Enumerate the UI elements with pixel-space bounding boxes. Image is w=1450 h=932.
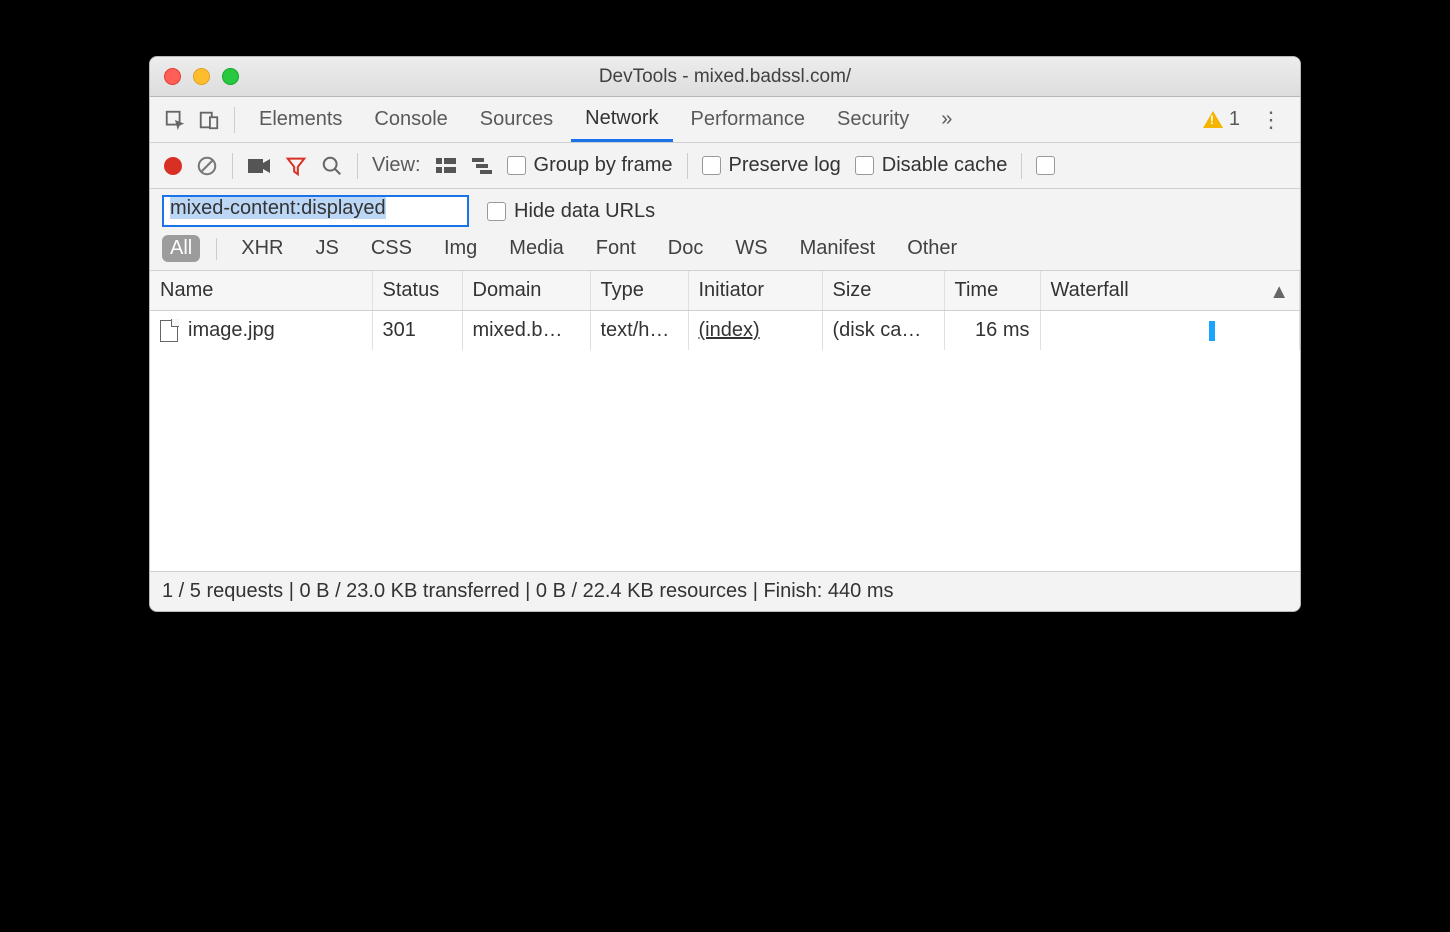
view-label: View: xyxy=(372,154,421,177)
checkbox-icon xyxy=(855,156,874,175)
window-title: DevTools - mixed.badssl.com/ xyxy=(150,66,1300,88)
tab-console[interactable]: Console xyxy=(360,97,461,142)
device-toolbar-icon[interactable] xyxy=(194,105,224,135)
col-waterfall[interactable]: Waterfall▲ xyxy=(1040,271,1300,311)
col-status[interactable]: Status xyxy=(372,271,462,311)
filter-row: mixed-content:displayed Hide data URLs xyxy=(150,189,1300,231)
cell-domain: mixed.b… xyxy=(462,311,590,351)
checkbox-icon xyxy=(702,156,721,175)
warning-count: 1 xyxy=(1229,108,1240,131)
type-filter-manifest[interactable]: Manifest xyxy=(792,235,884,262)
separator xyxy=(357,153,358,179)
filter-input-value: mixed-content:displayed xyxy=(170,197,386,219)
search-icon[interactable] xyxy=(321,155,343,177)
more-menu-icon[interactable]: ⋮ xyxy=(1252,107,1290,133)
tab-sources[interactable]: Sources xyxy=(466,97,567,142)
filter-input[interactable]: mixed-content:displayed xyxy=(162,195,469,227)
hide-data-urls-checkbox[interactable]: Hide data URLs xyxy=(487,200,655,223)
type-filter-row: All XHR JS CSS Img Media Font Doc WS Man… xyxy=(150,231,1300,271)
group-by-frame-checkbox[interactable]: Group by frame xyxy=(507,154,673,177)
cell-waterfall xyxy=(1040,311,1300,351)
type-filter-css[interactable]: CSS xyxy=(363,235,420,262)
record-button[interactable] xyxy=(164,157,182,175)
inspect-element-icon[interactable] xyxy=(160,105,190,135)
waterfall-bar xyxy=(1209,321,1215,341)
tab-performance[interactable]: Performance xyxy=(677,97,820,142)
status-bar: 1 / 5 requests | 0 B / 23.0 KB transferr… xyxy=(150,571,1300,611)
table-header-row: Name Status Domain Type Initiator Size T… xyxy=(150,271,1300,311)
checkbox-icon xyxy=(487,202,506,221)
separator xyxy=(216,238,217,260)
col-time[interactable]: Time xyxy=(944,271,1040,311)
clear-icon[interactable] xyxy=(196,155,218,177)
tab-overflow[interactable]: » xyxy=(927,97,966,142)
cell-status: 301 xyxy=(372,311,462,351)
camera-icon[interactable] xyxy=(247,157,271,175)
waterfall-view-icon[interactable] xyxy=(471,157,493,175)
group-by-frame-label: Group by frame xyxy=(534,154,673,177)
cell-time: 16 ms xyxy=(944,311,1040,351)
type-filter-js[interactable]: JS xyxy=(307,235,346,262)
disable-cache-checkbox[interactable]: Disable cache xyxy=(855,154,1008,177)
separator xyxy=(1021,153,1022,179)
col-initiator[interactable]: Initiator xyxy=(688,271,822,311)
tab-security[interactable]: Security xyxy=(823,97,923,142)
tab-elements[interactable]: Elements xyxy=(245,97,356,142)
col-domain[interactable]: Domain xyxy=(462,271,590,311)
col-size[interactable]: Size xyxy=(822,271,944,311)
filter-icon[interactable] xyxy=(285,155,307,177)
separator xyxy=(232,153,233,179)
disable-cache-label: Disable cache xyxy=(882,154,1008,177)
sort-indicator-icon: ▲ xyxy=(1269,281,1289,304)
separator xyxy=(234,107,235,133)
type-filter-other[interactable]: Other xyxy=(899,235,965,262)
requests-table-wrap: Name Status Domain Type Initiator Size T… xyxy=(150,271,1300,571)
devtools-window: DevTools - mixed.badssl.com/ Elements Co… xyxy=(149,56,1301,612)
warning-icon xyxy=(1203,111,1223,128)
type-filter-font[interactable]: Font xyxy=(588,235,644,262)
type-filter-img[interactable]: Img xyxy=(436,235,485,262)
type-filter-ws[interactable]: WS xyxy=(727,235,775,262)
network-toolbar: View: Group by frame Preserve log Disabl… xyxy=(150,143,1300,189)
hide-data-urls-label: Hide data URLs xyxy=(514,200,655,223)
col-name[interactable]: Name xyxy=(150,271,372,311)
requests-table: Name Status Domain Type Initiator Size T… xyxy=(150,271,1300,350)
preserve-log-checkbox[interactable]: Preserve log xyxy=(702,154,841,177)
tab-network[interactable]: Network xyxy=(571,97,672,142)
cell-type: text/h… xyxy=(590,311,688,351)
warnings-badge[interactable]: 1 xyxy=(1203,108,1240,131)
type-filter-media[interactable]: Media xyxy=(501,235,571,262)
cell-size: (disk ca… xyxy=(822,311,944,351)
separator xyxy=(687,153,688,179)
main-tabbar: Elements Console Sources Network Perform… xyxy=(150,97,1300,143)
cell-name: image.jpg xyxy=(150,311,372,351)
cell-initiator: (index) xyxy=(688,311,822,351)
offline-checkbox[interactable] xyxy=(1036,156,1055,175)
type-filter-xhr[interactable]: XHR xyxy=(233,235,291,262)
checkbox-icon xyxy=(507,156,526,175)
large-rows-icon[interactable] xyxy=(435,157,457,175)
col-type[interactable]: Type xyxy=(590,271,688,311)
preserve-log-label: Preserve log xyxy=(729,154,841,177)
file-icon xyxy=(160,320,178,342)
type-filter-doc[interactable]: Doc xyxy=(660,235,712,262)
type-filter-all[interactable]: All xyxy=(162,235,200,262)
table-row[interactable]: image.jpg 301 mixed.b… text/h… (index) (… xyxy=(150,311,1300,351)
titlebar: DevTools - mixed.badssl.com/ xyxy=(150,57,1300,97)
